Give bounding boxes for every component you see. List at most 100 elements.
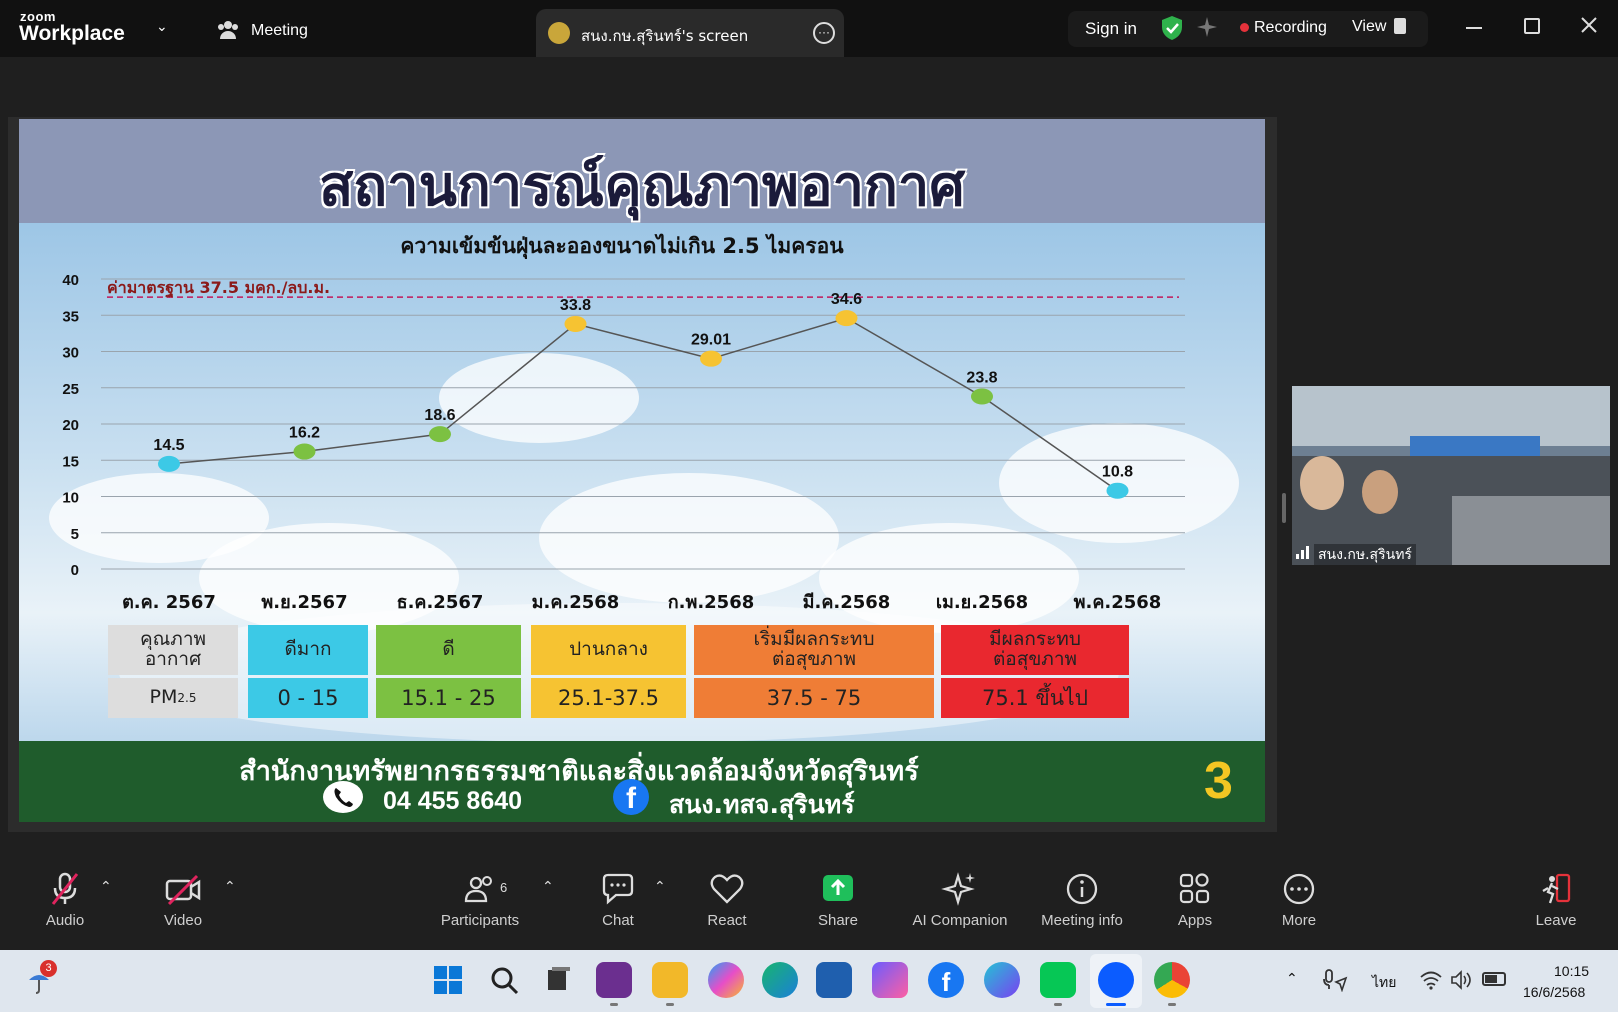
sign-in-button[interactable]: Sign in: [1085, 19, 1137, 39]
battery-icon[interactable]: [1482, 972, 1506, 986]
shared-slide: สถานการณ์คุณภาพอากาศ ความเข้มข้นฝุ่นละออ…: [19, 119, 1265, 822]
x-tick-label: ก.พ.2568: [668, 592, 755, 613]
legend-level-range: 25.1-37.5: [531, 678, 686, 718]
restore-icon[interactable]: [1524, 18, 1540, 34]
clock-date[interactable]: 16/6/2568: [1523, 984, 1585, 1000]
legend-level-range: 0 - 15: [248, 678, 368, 718]
meeting-menu-label[interactable]: Meeting: [251, 22, 308, 40]
y-tick-label: 25: [62, 381, 79, 398]
apps-button[interactable]: Apps: [1172, 862, 1218, 950]
chat-options-caret[interactable]: ⌃: [654, 878, 666, 895]
leave-label: Leave: [1535, 912, 1577, 929]
more-options-icon[interactable]: ···: [813, 22, 835, 44]
audio-options-caret[interactable]: ⌃: [100, 878, 112, 895]
participants-count: 6: [500, 880, 508, 895]
video-options-caret[interactable]: ⌃: [224, 878, 236, 895]
signal-bars-icon: [1296, 545, 1310, 559]
minimize-icon[interactable]: [1466, 27, 1482, 29]
y-tick-label: 30: [62, 345, 79, 362]
task-view-icon[interactable]: [540, 962, 576, 998]
pdf-app-icon[interactable]: [596, 962, 632, 998]
more-button[interactable]: More: [1276, 862, 1322, 950]
slide-header: สถานการณ์คุณภาพอากาศ: [19, 119, 1265, 223]
shield-check-icon[interactable]: [1160, 15, 1184, 41]
microsoft365-icon[interactable]: [872, 962, 908, 998]
windows-taskbar: 3 f ⌃ ไทย 10:15 16/6/2568: [0, 950, 1618, 1012]
share-screen-tab[interactable]: สนง.กษ.สุรินทร์'s screen ···: [536, 9, 844, 57]
y-tick-label: 0: [71, 562, 79, 579]
ai-companion-button[interactable]: AI Companion: [909, 862, 1011, 950]
x-tick-label: ม.ค.2568: [532, 592, 620, 613]
y-tick-label: 10: [62, 490, 79, 507]
x-tick-label: เม.ย.2568: [936, 592, 1028, 613]
audio-button[interactable]: Audio: [36, 862, 94, 950]
recording-indicator[interactable]: Recording: [1254, 19, 1327, 37]
audio-label: Audio: [45, 912, 85, 929]
share-tab-avatar: [548, 22, 570, 44]
chat-label: Chat: [602, 912, 634, 929]
line-app-icon[interactable]: [1040, 962, 1076, 998]
person-face: [1300, 456, 1344, 510]
phone-icon: [323, 781, 363, 813]
data-point: [1106, 482, 1129, 499]
facebook-app-icon[interactable]: f: [928, 962, 964, 998]
data-point: [700, 350, 722, 367]
legend-level-name: ดีมาก: [248, 625, 368, 675]
clock-time[interactable]: 10:15: [1554, 963, 1589, 979]
leave-button[interactable]: Leave: [1533, 862, 1579, 950]
search-icon[interactable]: [486, 962, 522, 998]
footer-facebook-page: สนง.ทสจ.สุรินทร์: [669, 790, 855, 819]
ai-companion-label: AI Companion: [912, 912, 1008, 929]
view-layout-icon[interactable]: [1394, 18, 1406, 34]
meeting-icon[interactable]: [216, 17, 240, 41]
file-explorer-icon[interactable]: [652, 962, 688, 998]
microphone-location-icon[interactable]: [1322, 968, 1348, 993]
participants-button[interactable]: Participants: [436, 862, 524, 950]
show-hidden-icons-caret[interactable]: ⌃: [1286, 970, 1298, 987]
participants-options-caret[interactable]: ⌃: [542, 878, 554, 895]
sparkle-icon[interactable]: [1196, 16, 1218, 38]
pm25-line-chart: ความเข้มข้นฝุ่นละอองขนาดไม่เกิน 2.5 ไมคร…: [62, 233, 1185, 613]
recording-dot-icon: [1240, 23, 1249, 32]
view-button[interactable]: View: [1352, 18, 1386, 36]
pdf-app-running-indicator: [610, 1003, 618, 1006]
meeting-info-button[interactable]: Meeting info: [1036, 862, 1128, 950]
title-bar: zoom Workplace ⌄ Meeting สนง.กษ.สุรินทร์…: [0, 0, 1618, 57]
participant-video-tile[interactable]: สนง.กษ.สุรินทร์: [1292, 386, 1610, 565]
volume-icon[interactable]: [1450, 970, 1472, 990]
participants-icon: [464, 876, 492, 903]
chat-button[interactable]: Chat: [595, 862, 641, 950]
video-button[interactable]: Video: [153, 862, 213, 950]
zoom-app-icon[interactable]: [1098, 962, 1134, 998]
panel-resize-handle[interactable]: [1282, 493, 1286, 523]
apps-label: Apps: [1177, 912, 1213, 929]
microsoft-store-icon[interactable]: [816, 962, 852, 998]
close-icon[interactable]: [1579, 15, 1599, 35]
react-button[interactable]: React: [702, 862, 752, 950]
slide-title: สถานการณ์คุณภาพอากาศ: [319, 154, 965, 219]
footer-phone: 04 455 8640: [383, 787, 523, 815]
copilot-icon[interactable]: [708, 962, 744, 998]
share-button[interactable]: Share: [812, 862, 864, 950]
chrome-running-indicator: [1168, 1003, 1176, 1006]
more-icon: [1283, 873, 1315, 905]
input-language[interactable]: ไทย: [1372, 972, 1396, 994]
chevron-down-icon[interactable]: ⌄: [156, 18, 168, 35]
legend-level-name: ดี: [376, 625, 521, 675]
chrome-icon[interactable]: [1154, 962, 1190, 998]
windows-start-icon[interactable]: [430, 962, 466, 998]
canva-icon[interactable]: [984, 962, 1020, 998]
legend-level-name: ปานกลาง: [531, 625, 686, 675]
share-tab-title: สนง.กษ.สุรินทร์'s screen: [581, 27, 749, 45]
data-point: [564, 315, 587, 332]
legend-pm25-header: PM 2.5: [108, 678, 238, 718]
legend-level-name: มีผลกระทบ ต่อสุขภาพ: [941, 625, 1129, 675]
data-point: [835, 310, 858, 327]
meeting-info-label: Meeting info: [1041, 912, 1123, 929]
react-label: React: [707, 912, 747, 929]
edge-browser-icon[interactable]: [762, 962, 798, 998]
file-explorer-running-indicator: [666, 1003, 674, 1006]
wifi-icon[interactable]: [1420, 970, 1442, 990]
video-label: Video: [163, 912, 203, 929]
share-screen-icon: [823, 875, 853, 901]
